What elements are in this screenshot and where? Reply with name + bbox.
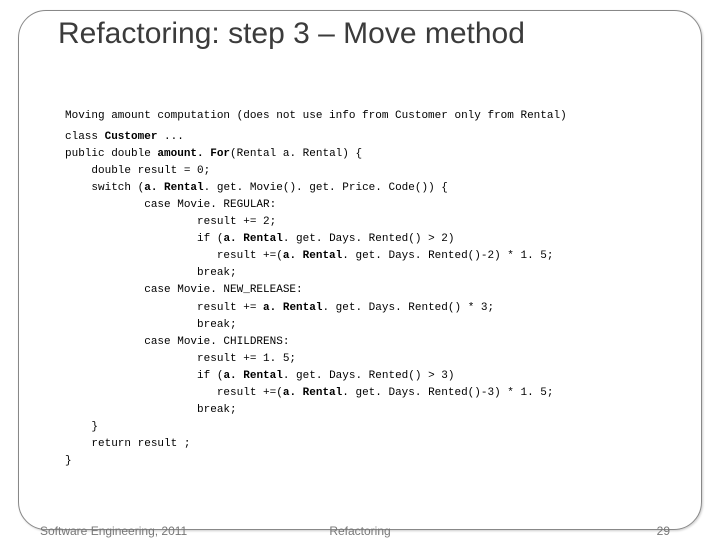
t: result += — [65, 302, 263, 314]
code-line: public double amount. For(Rental a. Rent… — [65, 146, 680, 163]
code-line: result +=(a. Rental. get. Days. Rented()… — [65, 385, 680, 402]
code-line: case Movie. REGULAR: — [65, 197, 680, 214]
slide-title: Refactoring: step 3 – Move method — [58, 16, 680, 52]
t: . get. Days. Rented() * 3; — [322, 302, 494, 314]
t: a. Rental — [283, 387, 342, 399]
t: public double — [65, 148, 157, 160]
t: (Rental a. Rental) { — [230, 148, 362, 160]
slide-body: Moving amount computation (does not use … — [65, 108, 680, 470]
t: if ( — [65, 233, 223, 245]
code-line: result += 2; — [65, 214, 680, 231]
code-line: if (a. Rental. get. Days. Rented() > 2) — [65, 231, 680, 248]
code-line: break; — [65, 317, 680, 334]
code-line: result += 1. 5; — [65, 351, 680, 368]
code-line: break; — [65, 265, 680, 282]
t: switch ( — [65, 182, 144, 194]
description-text: Moving amount computation (does not use … — [65, 108, 680, 125]
code-line: if (a. Rental. get. Days. Rented() > 3) — [65, 368, 680, 385]
code-line: result +=(a. Rental. get. Days. Rented()… — [65, 248, 680, 265]
t: Customer — [105, 131, 158, 143]
code-line: switch (a. Rental. get. Movie(). get. Pr… — [65, 180, 680, 197]
code-line: double result = 0; — [65, 163, 680, 180]
t: if ( — [65, 370, 223, 382]
code-line: break; — [65, 402, 680, 419]
code-line: case Movie. NEW_RELEASE: — [65, 282, 680, 299]
t: result +=( — [65, 387, 283, 399]
code-line: result += a. Rental. get. Days. Rented()… — [65, 300, 680, 317]
code-line: return result ; — [65, 436, 680, 453]
footer-center: Refactoring — [40, 524, 680, 538]
code-line: class Customer ... — [65, 129, 680, 146]
t: a. Rental — [223, 370, 282, 382]
t: a. Rental — [263, 302, 322, 314]
t: a. Rental — [144, 182, 203, 194]
page-number: 29 — [657, 524, 670, 538]
t: result +=( — [65, 250, 283, 262]
code-line: } — [65, 453, 680, 470]
t: a. Rental — [223, 233, 282, 245]
t: class — [65, 131, 105, 143]
code-line: case Movie. CHILDRENS: — [65, 334, 680, 351]
t: . get. Days. Rented() > 2) — [283, 233, 455, 245]
t: . get. Days. Rented()-2) * 1. 5; — [342, 250, 553, 262]
t: . get. Days. Rented()-3) * 1. 5; — [342, 387, 553, 399]
t: . get. Movie(). get. Price. Code()) { — [204, 182, 448, 194]
t: ... — [157, 131, 183, 143]
t: a. Rental — [283, 250, 342, 262]
code-line: } — [65, 419, 680, 436]
t: amount. For — [157, 148, 230, 160]
t: . get. Days. Rented() > 3) — [283, 370, 455, 382]
